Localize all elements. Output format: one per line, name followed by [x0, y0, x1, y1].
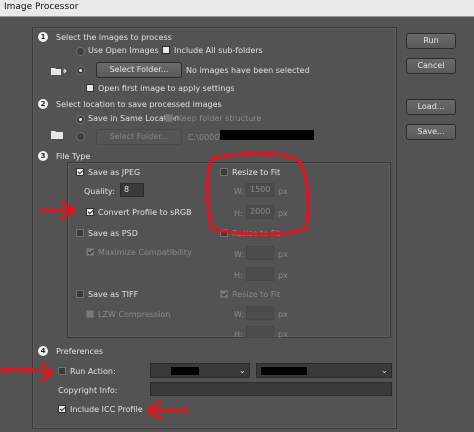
convert-profile-arrow-annotation — [38, 200, 76, 220]
icc-arrow-annotation — [146, 400, 190, 420]
annotation-overlay — [0, 151, 310, 420]
run-action-arrow-annotation — [0, 362, 54, 382]
resize-circle-annotation — [205, 151, 310, 236]
